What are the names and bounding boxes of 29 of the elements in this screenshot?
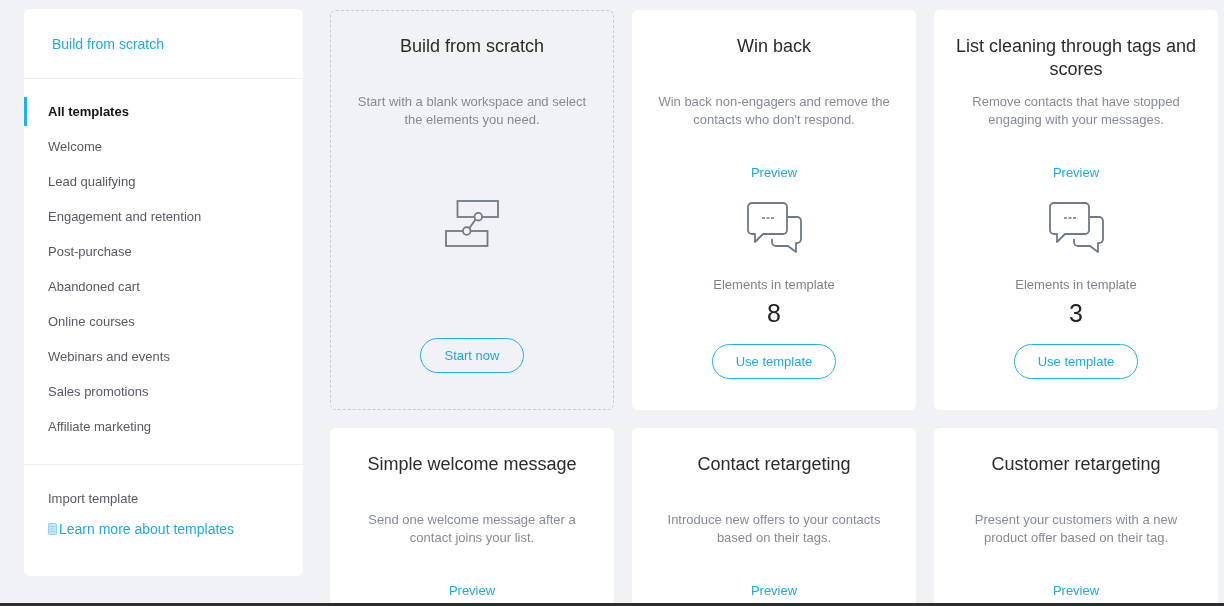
elements-label: Elements in template — [1015, 276, 1137, 294]
card-title: Simple welcome message — [367, 453, 577, 476]
card-title: Contact retargeting — [697, 453, 851, 476]
card-title: Customer retargeting — [991, 453, 1161, 476]
category-item[interactable]: Engagement and retention — [24, 199, 303, 234]
card-description: Start with a blank workspace and select the elements you need. — [356, 93, 588, 129]
category-item[interactable]: Lead qualifying — [24, 164, 303, 199]
category-item[interactable]: Post-purchase — [24, 234, 303, 269]
elements-count: 3 — [1069, 299, 1083, 327]
card-description: Remove contacts that have stopped engaging with your messages. — [971, 93, 1181, 129]
elements-count: 8 — [767, 299, 781, 327]
category-item[interactable]: Sales promotions — [24, 374, 303, 409]
import-template-link[interactable]: Import template — [48, 481, 139, 516]
card-description: Win back non-engagers and remove the contacts who don't respond. — [657, 93, 891, 129]
category-item[interactable]: Welcome — [24, 129, 303, 164]
category-item[interactable]: Online courses — [24, 304, 303, 339]
card-title: Build from scratch — [399, 35, 544, 58]
category-item[interactable]: All templates — [24, 94, 303, 129]
card-description: Send one welcome message after a contact joins your list. — [367, 511, 577, 547]
category-item[interactable]: Abandoned cart — [24, 269, 303, 304]
card-title: Win back — [737, 35, 811, 58]
elements-label: Elements in template — [713, 276, 835, 294]
category-item[interactable]: Webinars and events — [24, 339, 303, 374]
card-title: List cleaning through tags and scores — [954, 35, 1198, 81]
flow-diagram-icon — [445, 200, 499, 247]
card-description: Introduce new offers to your contacts based on their tags. — [666, 511, 882, 547]
card-description: Present your customers with a new product offer based on their tag. — [973, 511, 1179, 547]
document-icon — [48, 523, 57, 535]
category-item[interactable]: Affiliate marketing — [24, 409, 303, 444]
